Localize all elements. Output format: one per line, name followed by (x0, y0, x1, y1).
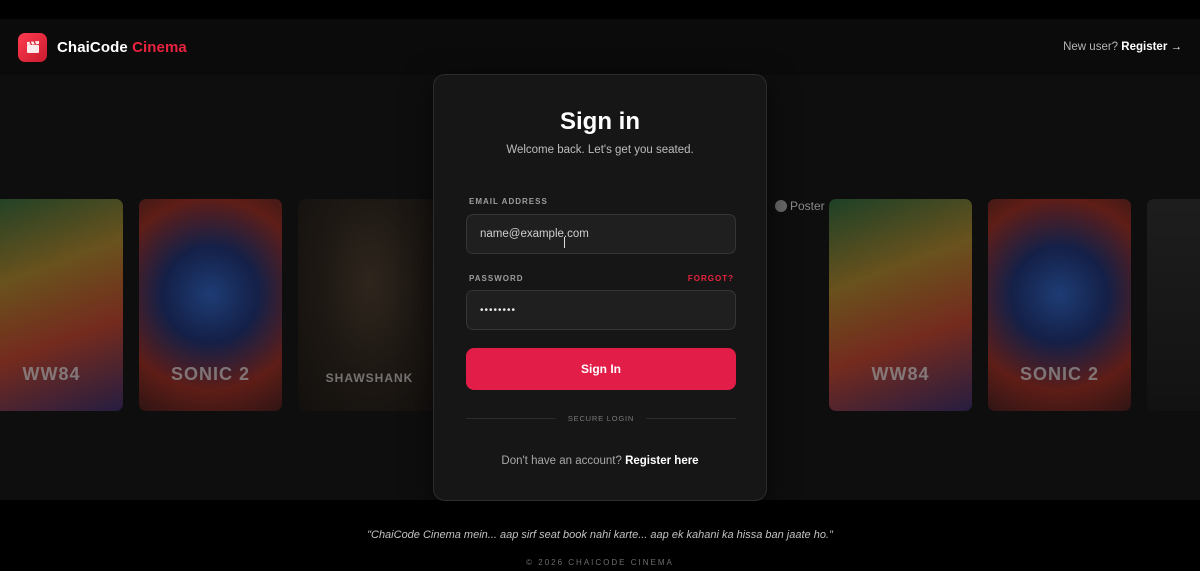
poster-title: WW84 (22, 364, 81, 384)
email-label: EMAIL ADDRESS (469, 197, 548, 206)
poster-title: WW84 (871, 364, 930, 384)
divider-line (466, 418, 556, 419)
password-field[interactable] (466, 290, 736, 330)
footer-quote: "ChaiCode Cinema mein... aap sirf seat b… (367, 529, 833, 541)
poster-card[interactable]: SONIC 2 (988, 199, 1131, 411)
poster-title: SHAWSHANK (325, 371, 414, 385)
poster-card[interactable]: SHAWSHANK (298, 199, 441, 411)
poster-title: SONIC 2 (1019, 364, 1100, 384)
signin-card: Sign in Welcome back. Let's get you seat… (433, 74, 767, 501)
divider-line (646, 418, 736, 419)
email-field[interactable] (466, 214, 736, 254)
divider-text: SECURE LOGIN (567, 414, 635, 423)
no-account-text: Don't have an account? (501, 455, 622, 467)
text-cursor (564, 237, 570, 248)
poster-card[interactable]: WW84 (829, 199, 972, 411)
nav-register-link[interactable]: Register → (1121, 41, 1182, 53)
forgot-password-link[interactable]: FORGOT? (688, 274, 734, 283)
password-label: PASSWORD (469, 274, 524, 283)
sign-in-button[interactable]: Sign In (466, 348, 736, 390)
clapperboard-icon-glyph (26, 41, 39, 53)
nav-register-prompt: New user? (1063, 41, 1119, 53)
page-title: Sign in (560, 108, 640, 135)
clapperboard-icon[interactable] (18, 32, 47, 62)
navbar: ChaiCode Cinema New user? Register → (0, 19, 1200, 75)
brand-name[interactable]: ChaiCode Cinema (57, 39, 187, 56)
brand-text: ChaiCode (57, 38, 128, 56)
poster-card[interactable]: WW84 (0, 199, 123, 411)
poster-title: SONIC 2 (170, 364, 251, 384)
broken-image-icon (775, 200, 787, 212)
register-here-link[interactable]: Register here (625, 455, 699, 467)
page-subtitle: Welcome back. Let's get you seated. (506, 144, 694, 156)
nav-register: New user? Register → (1063, 41, 1182, 53)
copyright: © 2026 CHAICODE CINEMA (526, 558, 674, 567)
poster-card[interactable] (1147, 199, 1200, 411)
divider: SECURE LOGIN (466, 414, 736, 423)
poster-alt-text: Poster (790, 199, 825, 213)
poster-card[interactable]: SONIC 2 (139, 199, 282, 411)
register-prompt: Don't have an account? Register here (434, 455, 766, 467)
top-bar (0, 0, 1200, 19)
broken-poster[interactable]: Poster (775, 199, 825, 213)
brand-accent-text: Cinema (132, 38, 187, 56)
